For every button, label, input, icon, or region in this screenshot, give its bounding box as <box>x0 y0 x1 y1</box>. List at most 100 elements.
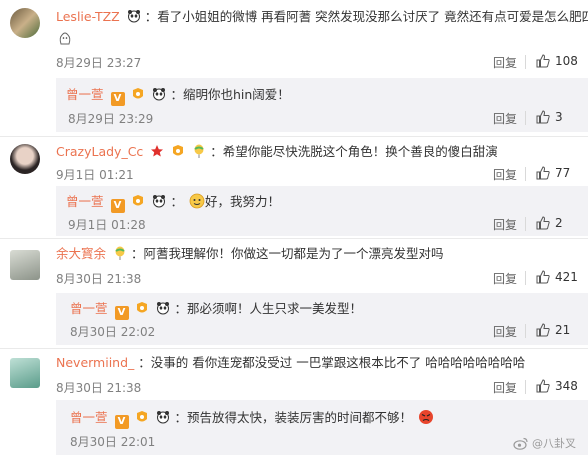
like-button[interactable]: 421 <box>536 270 578 284</box>
reply-body: 好，我努力！ <box>204 194 280 209</box>
like-button[interactable]: 3 <box>536 110 563 124</box>
weibo-logo-icon <box>513 437 528 450</box>
panda-icon <box>152 87 166 101</box>
thumbs-up-icon <box>536 216 550 230</box>
reply-box: 曾一萱 V ： 好，我努力！ 9月1日 01:28 回复 2 <box>56 186 588 236</box>
comment-username[interactable]: Leslie-TZZ <box>56 9 120 24</box>
ok-emoji-icon <box>189 193 205 209</box>
verified-v-icon: V <box>110 92 125 106</box>
like-button[interactable]: 348 <box>536 379 578 393</box>
divider <box>0 136 588 137</box>
like-button[interactable]: 77 <box>536 166 570 180</box>
avatar[interactable] <box>10 358 40 388</box>
divider <box>525 271 526 285</box>
panda-icon <box>156 301 170 315</box>
panda-icon <box>152 194 166 208</box>
divider <box>525 380 526 394</box>
divider <box>0 238 588 239</box>
divider <box>525 55 526 69</box>
like-button[interactable]: 2 <box>536 216 563 230</box>
fan-medal-icon <box>131 194 145 208</box>
comment-text: 余大寳余 ：阿蓍我理解你！你做这一切都是为了一个漂亮发型对吗 <box>56 246 444 261</box>
emoji-icon <box>58 30 72 46</box>
reply-username[interactable]: 曾一萱 <box>70 301 108 316</box>
comment-text: Leslie-TZZ ：看了小姐姐的微博 再看阿蓍 突然发现没那么讨厌了 竟然还… <box>56 8 588 26</box>
avatar[interactable] <box>10 250 40 280</box>
like-count: 108 <box>555 54 578 68</box>
comment-body: 没事的 看你连宠都没受过 一巴掌跟这根本比不了 哈哈哈哈哈哈哈哈 <box>150 355 526 370</box>
reply-text: 曾一萱 V ： 好，我努力！ <box>66 193 280 213</box>
fan-medal-icon <box>135 301 149 315</box>
reply-box: 曾一萱 V ：那必须啊！人生只求一美发型！ 8月30日 22:02 回复 21 <box>56 293 588 345</box>
reply-username[interactable]: 曾一萱 <box>70 410 108 425</box>
reply-button[interactable]: 回复 <box>493 166 517 183</box>
reply-time: 9月1日 01:28 <box>68 218 146 232</box>
balloon-icon <box>113 246 127 260</box>
reply-username[interactable]: 曾一萱 <box>66 194 104 209</box>
avatar[interactable] <box>10 144 40 174</box>
reply-time: 8月30日 22:02 <box>70 325 156 339</box>
like-count: 77 <box>555 166 571 180</box>
panda-icon <box>127 9 141 23</box>
comment-time: 8月29日 23:27 <box>56 56 142 70</box>
like-button[interactable]: 21 <box>536 323 570 337</box>
divider <box>525 217 526 231</box>
verified-v-icon: V <box>114 415 129 429</box>
thumbs-up-icon <box>536 166 550 180</box>
comment-username[interactable]: CrazyLady_Cc <box>56 144 143 159</box>
avatar[interactable] <box>10 8 40 38</box>
reply-box: 曾一萱 V ：预告放得太快，装装厉害的时间都不够！ 8月30日 22:01 <box>56 400 588 455</box>
balloon-icon <box>192 144 206 158</box>
comment-time: 9月1日 01:21 <box>56 168 134 182</box>
like-count: 3 <box>555 110 563 124</box>
reply-button[interactable]: 回复 <box>493 110 517 127</box>
reply-button[interactable]: 回复 <box>493 379 517 396</box>
comment-body: 看了小姐姐的微博 再看阿蓍 突然发现没那么讨厌了 竟然还有点可爱是怎么肥四 <box>157 9 588 24</box>
reply-body: 缩明你也hin阔爱！ <box>182 87 290 102</box>
reply-text: 曾一萱 V ：缩明你也hin阔爱！ <box>66 87 290 106</box>
thumbs-up-icon <box>536 379 550 393</box>
comment-username[interactable]: 余大寳余 <box>56 246 106 261</box>
thumbs-up-icon <box>536 323 550 337</box>
watermark-text: @八卦叉 <box>532 437 576 450</box>
comment-text: CrazyLady_Cc ：希望你能尽快洗脱这个角色！换个善良的傻白甜演 <box>56 144 498 159</box>
reply-body: 那必须啊！人生只求一美发型！ <box>186 301 362 316</box>
verified-v-icon: V <box>114 306 129 320</box>
fan-medal-icon <box>135 410 149 424</box>
watermark: @八卦叉 <box>513 435 576 451</box>
thumbs-up-icon <box>536 270 550 284</box>
divider <box>0 348 588 349</box>
reply-button[interactable]: 回复 <box>493 54 517 71</box>
like-button[interactable]: 108 <box>536 54 578 68</box>
like-count: 21 <box>555 323 571 337</box>
reply-button[interactable]: 回复 <box>493 270 517 287</box>
comment-username[interactable]: Nevermiind_ <box>56 355 134 370</box>
reply-body: 预告放得太快，装装厉害的时间都不够！ <box>186 410 412 425</box>
star-icon <box>150 144 164 158</box>
comment-body: 希望你能尽快洗脱这个角色！换个善良的傻白甜演 <box>222 144 498 159</box>
reply-text: 曾一萱 V ：那必须啊！人生只求一美发型！ <box>70 301 362 320</box>
angry-emoji-icon <box>418 409 434 425</box>
comment-text: Nevermiind_ ：没事的 看你连宠都没受过 一巴掌跟这根本比不了 哈哈哈… <box>56 355 526 370</box>
reply-box: 曾一萱 V ：缩明你也hin阔爱！ 8月29日 23:29 回复 3 <box>56 78 588 132</box>
divider <box>525 324 526 338</box>
reply-button[interactable]: 回复 <box>493 216 517 233</box>
verified-v-icon: V <box>110 199 125 213</box>
panda-icon <box>156 410 170 424</box>
divider <box>525 111 526 125</box>
reply-button[interactable]: 回复 <box>493 323 517 340</box>
comment-body: 阿蓍我理解你！你做这一切都是为了一个漂亮发型对吗 <box>143 246 444 261</box>
thumbs-up-icon <box>536 54 550 68</box>
thumbs-up-icon <box>536 110 550 124</box>
reply-time: 8月29日 23:29 <box>68 112 154 126</box>
like-count: 2 <box>555 216 563 230</box>
reply-time: 8月30日 22:01 <box>70 435 156 449</box>
comment-time: 8月30日 21:38 <box>56 272 142 286</box>
divider <box>525 167 526 181</box>
like-count: 348 <box>555 379 578 393</box>
reply-username[interactable]: 曾一萱 <box>66 87 104 102</box>
like-count: 421 <box>555 270 578 284</box>
fan-medal-icon <box>131 87 145 101</box>
fan-medal-icon <box>171 144 185 158</box>
comment-time: 8月30日 21:38 <box>56 381 142 395</box>
